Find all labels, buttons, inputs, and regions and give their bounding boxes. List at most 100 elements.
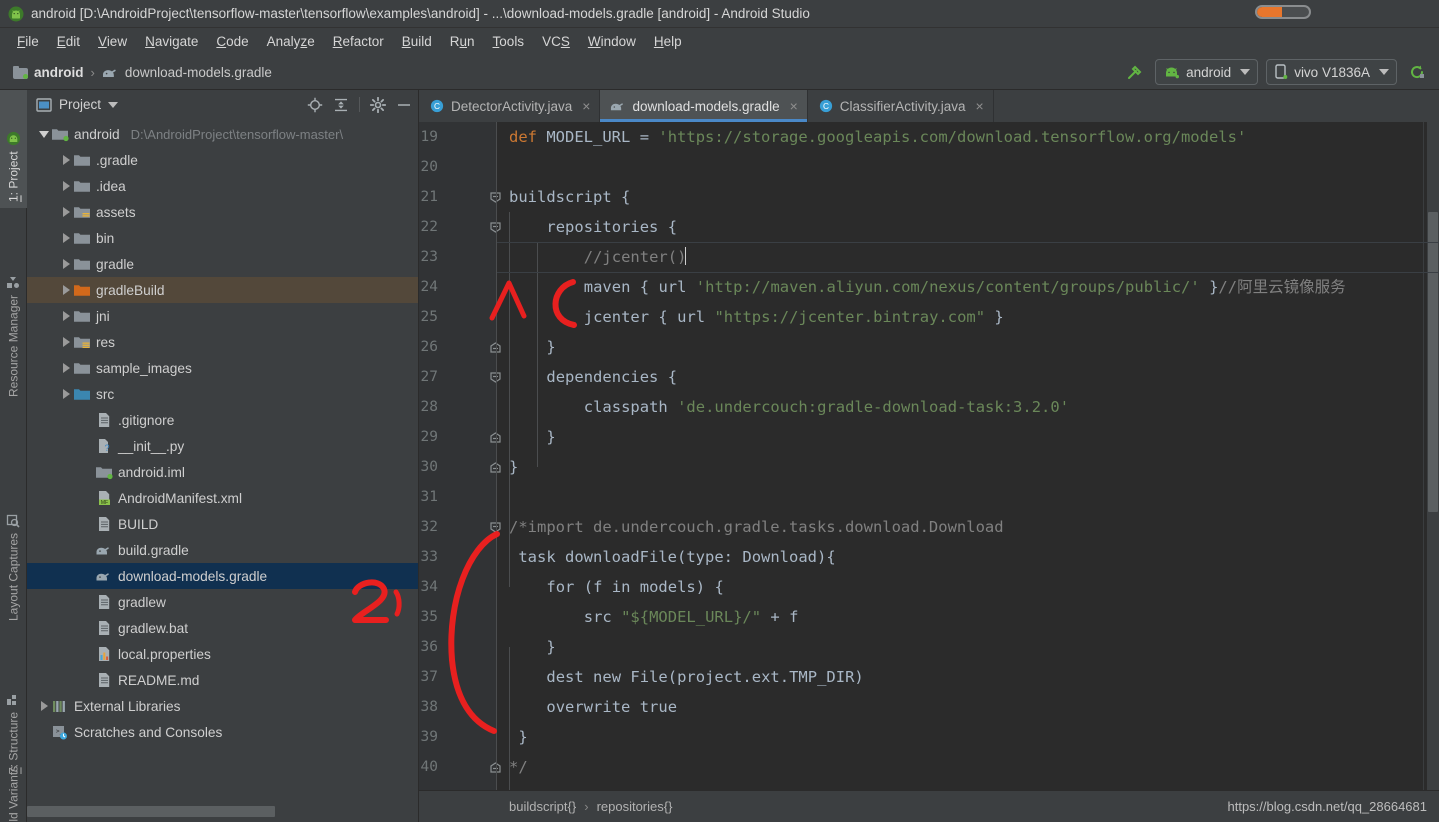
expand-arrow-icon[interactable] xyxy=(59,355,73,381)
menu-view[interactable]: View xyxy=(89,32,136,51)
tree-row-build[interactable]: BUILD xyxy=(27,511,418,537)
code-text[interactable]: def MODEL_URL = 'https://storage.googlea… xyxy=(497,122,1439,822)
expand-arrow-icon[interactable] xyxy=(59,199,73,225)
menu-help[interactable]: Help xyxy=(645,32,691,51)
sidebar-item-resource-manager[interactable]: Resource Manager xyxy=(0,218,27,403)
tree-row-idea[interactable]: .idea xyxy=(27,173,418,199)
project-horizontal-scrollbar[interactable] xyxy=(27,806,419,817)
close-icon[interactable]: × xyxy=(790,98,798,114)
collapse-all-icon[interactable] xyxy=(333,97,349,113)
code-line[interactable]: buildscript { xyxy=(509,182,1439,212)
tree-row-gradlew[interactable]: gradlew xyxy=(27,589,418,615)
tree-row-jni[interactable]: jni xyxy=(27,303,418,329)
project-tree[interactable]: android D:\AndroidProject\tensorflow-mast… xyxy=(27,119,418,822)
code-line[interactable] xyxy=(509,482,1439,512)
code-line[interactable]: } xyxy=(509,422,1439,452)
menu-refactor[interactable]: Refactor xyxy=(324,32,393,51)
tree-row-download-models-gradle[interactable]: download-models.gradle xyxy=(27,563,418,589)
code-line[interactable]: classpath 'de.undercouch:gradle-download… xyxy=(509,392,1439,422)
minimize-icon[interactable] xyxy=(396,97,412,113)
code-line[interactable]: jcenter { url "https://jcenter.bintray.c… xyxy=(509,302,1439,332)
menu-vcs[interactable]: VCS xyxy=(533,32,579,51)
tree-row-androidmanifest-xml[interactable]: MF AndroidManifest.xml xyxy=(27,485,418,511)
tree-row-gitignore[interactable]: .gitignore xyxy=(27,407,418,433)
tab-classifier-activity[interactable]: C ClassifierActivity.java × xyxy=(808,90,994,122)
menu-code[interactable]: Code xyxy=(207,32,257,51)
expand-arrow-icon[interactable] xyxy=(59,147,73,173)
expand-arrow-icon[interactable] xyxy=(59,173,73,199)
expand-arrow-icon[interactable] xyxy=(59,225,73,251)
expand-arrow-icon[interactable] xyxy=(59,329,73,355)
code-editor[interactable]: 19 20 21 22 23 24 25 26 27 28 29 30 31 32 33 34 35 36 37 38… xyxy=(419,122,1439,822)
code-line[interactable]: } xyxy=(509,452,1439,482)
editor-gutter[interactable]: 19 20 21 22 23 24 25 26 27 28 29 30 31 32 33 34 35 36 37 38… xyxy=(419,122,501,822)
status-breadcrumb-buildscript[interactable]: buildscript{} xyxy=(509,799,576,814)
tree-row-init-py[interactable]: ? __init__.py xyxy=(27,433,418,459)
code-line[interactable]: */ xyxy=(509,752,1439,782)
code-line[interactable]: dependencies { xyxy=(509,362,1439,392)
locate-target-icon[interactable] xyxy=(307,97,323,113)
code-line[interactable]: } xyxy=(509,332,1439,362)
code-line[interactable]: } xyxy=(509,632,1439,662)
code-line[interactable]: overwrite true xyxy=(509,692,1439,722)
tree-row-gradlew-bat[interactable]: gradlew.bat xyxy=(27,615,418,641)
device-selector[interactable]: vivo V1836A xyxy=(1266,59,1397,85)
breadcrumb-item-file[interactable]: download-models.gradle xyxy=(99,64,275,81)
tree-row-local-properties[interactable]: local.properties xyxy=(27,641,418,667)
expand-arrow-icon[interactable] xyxy=(59,251,73,277)
tree-row-readme-md[interactable]: README.md xyxy=(27,667,418,693)
tree-row-build-gradle[interactable]: build.gradle xyxy=(27,537,418,563)
code-line[interactable]: dest new File(project.ext.TMP_DIR) xyxy=(509,662,1439,692)
tree-row-gradlebuild[interactable]: gradleBuild xyxy=(27,277,418,303)
breadcrumb-item-module[interactable]: android xyxy=(10,64,87,81)
tree-row-android-iml[interactable]: android.iml xyxy=(27,459,418,485)
menu-file[interactable]: File xyxy=(8,32,48,51)
code-line[interactable]: } xyxy=(509,722,1439,752)
menu-edit[interactable]: Edit xyxy=(48,32,89,51)
tab-download-models-gradle[interactable]: download-models.gradle × xyxy=(600,90,808,122)
sidebar-item-build-variants[interactable]: Build Variants xyxy=(0,720,27,822)
sidebar-item-layout-captures[interactable]: Layout Captures xyxy=(0,462,27,627)
tree-row-external-libraries[interactable]: External Libraries xyxy=(27,693,418,719)
code-line[interactable]: //jcenter() xyxy=(509,242,1439,272)
expand-arrow-icon[interactable] xyxy=(59,381,73,407)
tree-row-assets[interactable]: assets xyxy=(27,199,418,225)
expand-arrow-icon[interactable] xyxy=(59,277,73,303)
build-hammer-icon[interactable] xyxy=(1123,60,1147,84)
gear-icon[interactable] xyxy=(370,96,386,113)
status-breadcrumb-repositories[interactable]: repositories{} xyxy=(597,799,673,814)
menu-tools[interactable]: Tools xyxy=(484,32,534,51)
editor-scrollbar[interactable] xyxy=(1427,122,1439,822)
menu-run[interactable]: Run xyxy=(441,32,484,51)
code-line[interactable]: src "${MODEL_URL}/" + f xyxy=(509,602,1439,632)
chevron-down-icon[interactable] xyxy=(108,101,119,108)
close-icon[interactable]: × xyxy=(582,98,590,114)
tab-detector-activity[interactable]: C DetectorActivity.java × xyxy=(419,90,601,122)
collapse-arrow-icon[interactable] xyxy=(37,121,51,147)
sync-gradle-icon[interactable] xyxy=(1405,60,1429,84)
tree-row-bin[interactable]: bin xyxy=(27,225,418,251)
code-line[interactable]: task downloadFile(type: Download){ xyxy=(509,542,1439,572)
code-line[interactable]: /*import de.undercouch.gradle.tasks.down… xyxy=(509,512,1439,542)
tree-row-src[interactable]: src xyxy=(27,381,418,407)
menu-navigate[interactable]: Navigate xyxy=(136,32,207,51)
sidebar-item-project[interactable]: 1: Project xyxy=(0,90,27,208)
tree-row-sample-images[interactable]: sample_images xyxy=(27,355,418,381)
code-line[interactable]: for (f in models) { xyxy=(509,572,1439,602)
scrollbar-thumb[interactable] xyxy=(27,806,275,817)
tree-row-gradle[interactable]: gradle xyxy=(27,251,418,277)
code-line[interactable]: maven { url 'http://maven.aliyun.com/nex… xyxy=(509,272,1439,302)
run-configuration-selector[interactable]: android xyxy=(1155,59,1259,85)
menu-window[interactable]: Window xyxy=(579,32,645,51)
menu-analyze[interactable]: Analyze xyxy=(258,32,324,51)
menu-build[interactable]: Build xyxy=(393,32,441,51)
code-line[interactable] xyxy=(509,152,1439,182)
expand-arrow-icon[interactable] xyxy=(37,693,51,719)
tree-row-gradle[interactable]: .gradle xyxy=(27,147,418,173)
expand-arrow-icon[interactable] xyxy=(59,303,73,329)
close-icon[interactable]: × xyxy=(976,98,984,114)
scrollbar-thumb[interactable] xyxy=(1428,212,1438,512)
tree-row-scratches-and-consoles[interactable]: >_ Scratches and Consoles xyxy=(27,719,418,745)
tree-row-res[interactable]: res xyxy=(27,329,418,355)
code-line[interactable]: repositories { xyxy=(509,212,1439,242)
